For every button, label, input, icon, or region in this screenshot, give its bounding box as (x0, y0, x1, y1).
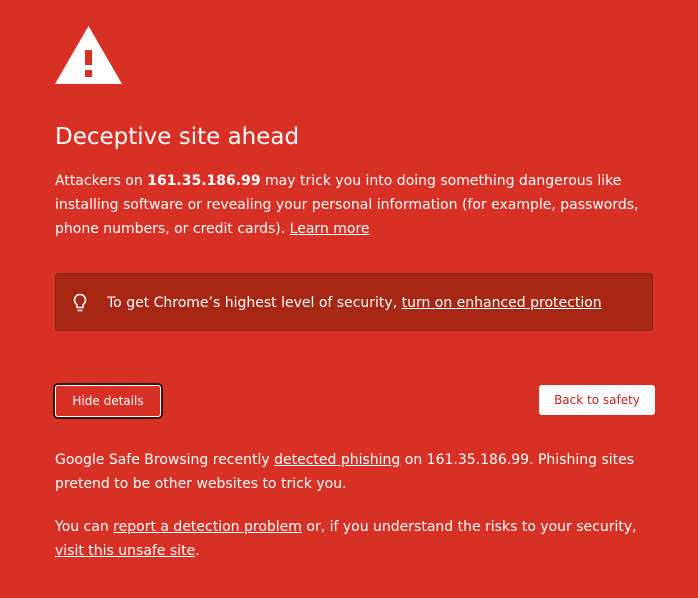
site-host: 161.35.186.99 (147, 173, 261, 189)
main-message: Attackers on 161.35.186.99 may trick you… (55, 169, 665, 241)
details-text-3: You can (55, 519, 114, 535)
warning-triangle-icon (55, 26, 122, 84)
learn-more-link[interactable]: Learn more (290, 221, 370, 237)
report-detection-problem-link[interactable]: report a detection problem (113, 519, 302, 535)
main-message-text: Attackers on (55, 173, 148, 189)
enhanced-protection-promo: To get Chrome’s highest level of securit… (55, 273, 653, 331)
back-to-safety-button[interactable]: Back to safety (539, 385, 655, 415)
visit-unsafe-site-link[interactable]: visit this unsafe site (55, 543, 195, 559)
details-paragraph-2: You can report a detection problem or, i… (55, 515, 665, 563)
details-text: Google Safe Browsing recently (55, 452, 275, 468)
promo-text: To get Chrome’s highest level of securit… (107, 292, 602, 314)
details-text-4: or, if you understand the risks to your … (301, 519, 637, 535)
promo-label: To get Chrome’s highest level of securit… (107, 295, 402, 311)
interstitial-page: Deceptive site ahead Attackers on 161.35… (0, 0, 698, 598)
details-paragraph-1: Google Safe Browsing recently detected p… (55, 448, 665, 496)
enhanced-protection-link[interactable]: turn on enhanced protection (402, 295, 602, 311)
page-title: Deceptive site ahead (55, 124, 300, 150)
lightbulb-icon (73, 293, 87, 312)
hide-details-button[interactable]: Hide details (55, 385, 161, 417)
detected-phishing-link[interactable]: detected phishing (274, 452, 400, 468)
details-text-5: . (195, 543, 200, 559)
